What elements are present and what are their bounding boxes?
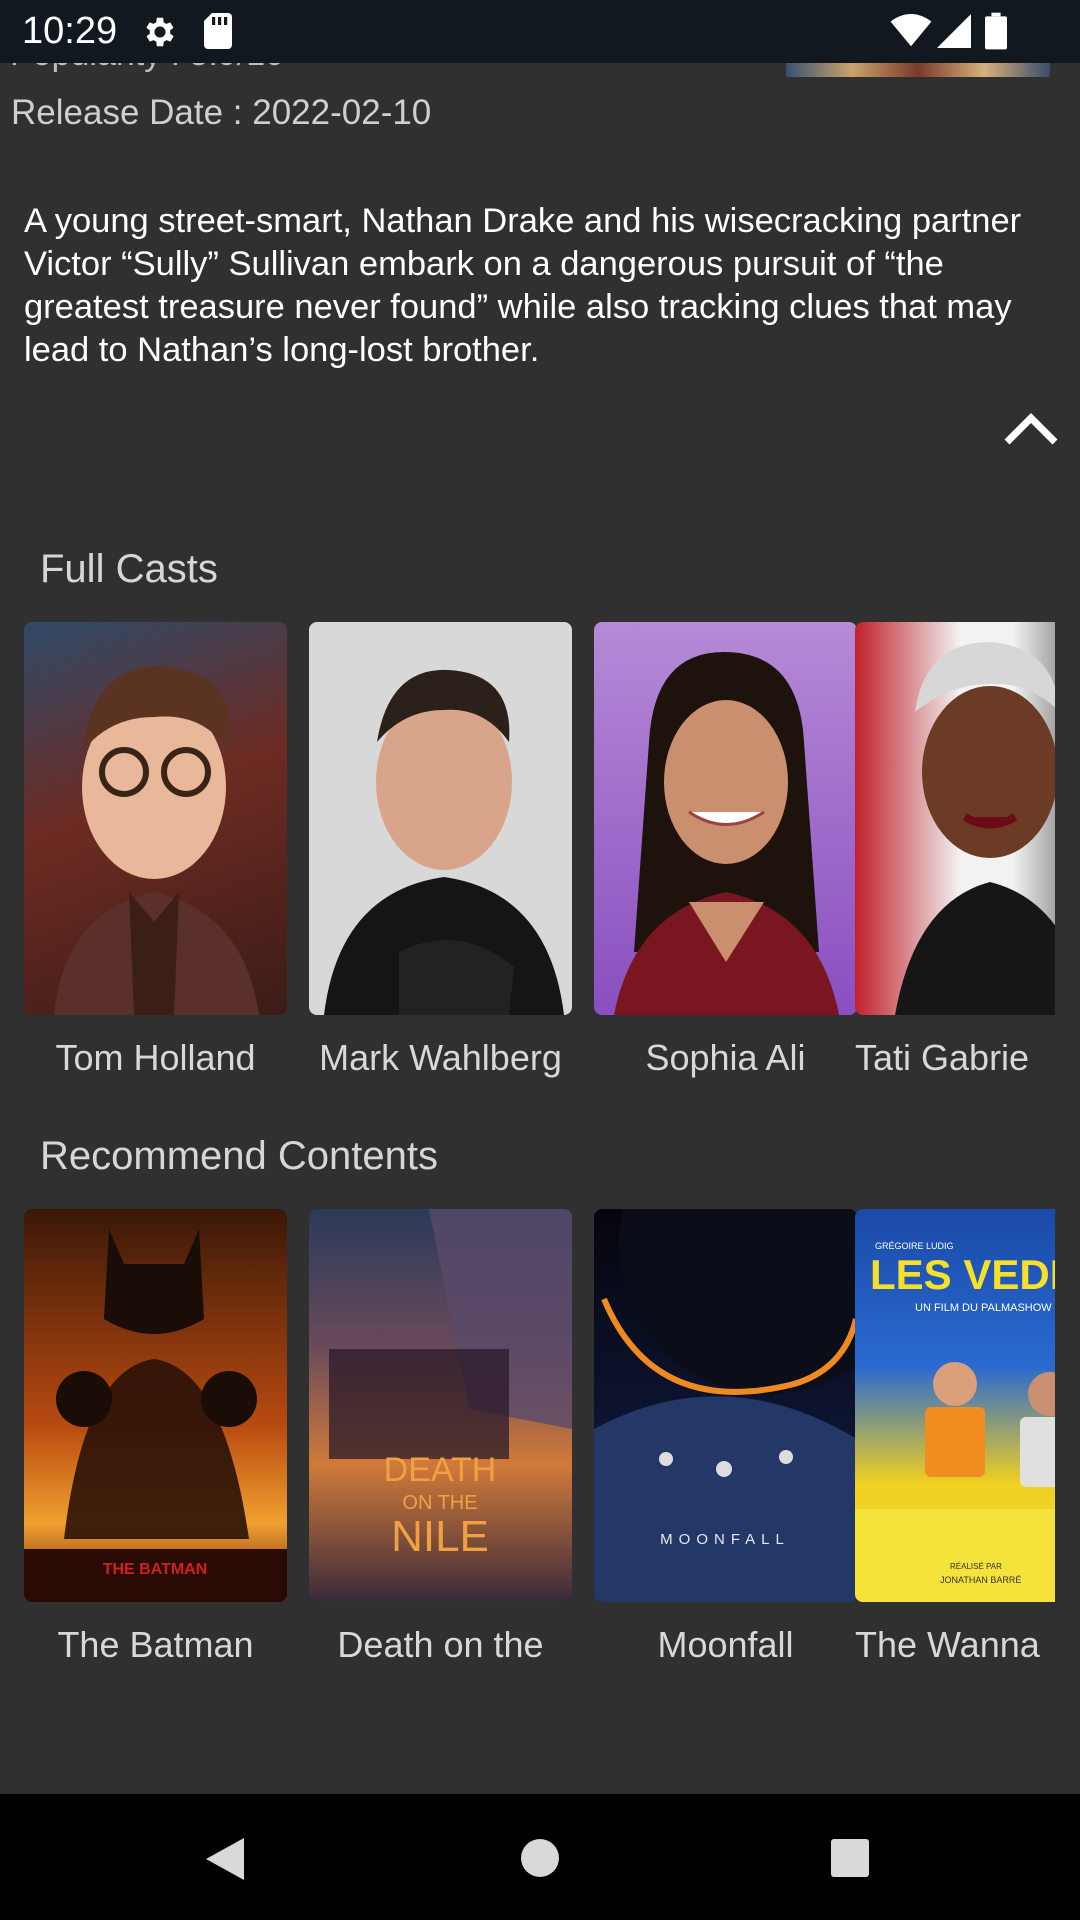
recommend-contents-title: Recommend Contents	[40, 1134, 438, 1178]
movie-poster: GRÉGOIRE LUDIG LES VEDET UN FILM DU PALM…	[855, 1209, 1055, 1602]
overview-text: A young street-smart, Nathan Drake and h…	[24, 202, 1022, 369]
poster-credit-3: JONATHAN BARRÉ	[940, 1575, 1021, 1585]
cast-name: Mark Wahlberg	[319, 1037, 562, 1078]
poster-credit-2: RÉALISÉ PAR	[950, 1562, 1002, 1571]
cast-photo	[309, 622, 572, 1015]
movie-card[interactable]: DEATH ON THE NILE Death on the	[309, 1209, 572, 1665]
cast-card[interactable]: Tati Gabrie	[855, 622, 1055, 1078]
movie-card[interactable]: MOONFALL Moonfall	[594, 1209, 857, 1665]
poster-title-batman: THE BATMAN	[103, 1561, 208, 1578]
movie-title: The Batman	[57, 1624, 254, 1665]
poster-title-nile: NILE	[391, 1512, 489, 1561]
wifi-icon	[890, 14, 932, 47]
poster-title-death: DEATH	[384, 1451, 497, 1489]
status-time: 10:29	[22, 10, 118, 52]
cast-card[interactable]: Sophia Ali	[594, 622, 857, 1078]
movie-card[interactable]: GRÉGOIRE LUDIG LES VEDET UN FILM DU PALM…	[855, 1209, 1055, 1665]
movie-poster-art: MOONFALL	[594, 1209, 857, 1602]
movie-title: Death on the	[337, 1624, 544, 1665]
cast-card[interactable]: Mark Wahlberg	[309, 622, 572, 1078]
movie-title: The Wanna	[855, 1624, 1040, 1665]
cast-card[interactable]: Tom Holland	[24, 622, 287, 1078]
cast-name: Sophia Ali	[645, 1037, 806, 1078]
movie-detail-content[interactable]: Popularity : 5.9/10 Release Date : 2022-…	[0, 63, 1080, 1794]
movie-poster: DEATH ON THE NILE	[309, 1209, 572, 1602]
movie-card[interactable]: THE BATMAN The Batman	[24, 1209, 287, 1665]
poster-title-moonfall: MOONFALL	[660, 1531, 790, 1548]
sd-card-icon	[204, 13, 232, 49]
cast-name: Tati Gabrie	[855, 1037, 1030, 1078]
nav-recent-apps-icon[interactable]	[830, 1838, 870, 1878]
nav-back-icon[interactable]	[204, 1836, 246, 1882]
release-date-text: Release Date : 2022-02-10	[11, 93, 432, 132]
poster-credit-1: GRÉGOIRE LUDIG	[875, 1241, 954, 1251]
poster-title-onthe: ON THE	[402, 1492, 477, 1514]
movie-poster: THE BATMAN	[24, 1209, 287, 1602]
movie-poster-art: DEATH ON THE NILE	[329, 1209, 572, 1561]
movie-poster-art: THE BATMAN	[24, 1229, 287, 1602]
collapse-chevron-up-icon[interactable]	[1002, 408, 1060, 448]
cast-name: Tom Holland	[55, 1037, 256, 1078]
cast-photo-art	[54, 666, 259, 1015]
cast-list-overflow: Tati Gabrie	[855, 622, 1055, 1092]
cast-photo-art	[324, 669, 564, 1015]
popularity-text: Popularity : 5.9/10	[10, 63, 284, 74]
cast-photo-art	[895, 642, 1055, 1015]
cast-photo	[24, 622, 287, 1015]
backdrop-thumbnail	[786, 63, 1050, 77]
battery-icon	[985, 12, 1007, 50]
full-casts-title: Full Casts	[40, 547, 218, 591]
cast-photo-art	[614, 652, 839, 1015]
recommend-list-overflow: GRÉGOIRE LUDIG LES VEDET UN FILM DU PALM…	[855, 1209, 1055, 1679]
poster-subtitle: UN FILM DU PALMASHOW	[915, 1302, 1052, 1314]
cast-photo	[855, 622, 1055, 1015]
settings-gear-icon	[146, 17, 174, 47]
poster-title-les-vedettes: LES VEDET	[870, 1251, 1055, 1298]
nav-home-icon[interactable]	[520, 1838, 560, 1878]
movie-title: Moonfall	[657, 1624, 794, 1665]
movie-poster-art: GRÉGOIRE LUDIG LES VEDET UN FILM DU PALM…	[855, 1241, 1055, 1602]
cellular-signal-icon	[937, 14, 971, 48]
movie-poster: MOONFALL	[594, 1209, 857, 1602]
status-bar: 10:29	[0, 0, 1080, 63]
cast-photo	[594, 622, 857, 1015]
